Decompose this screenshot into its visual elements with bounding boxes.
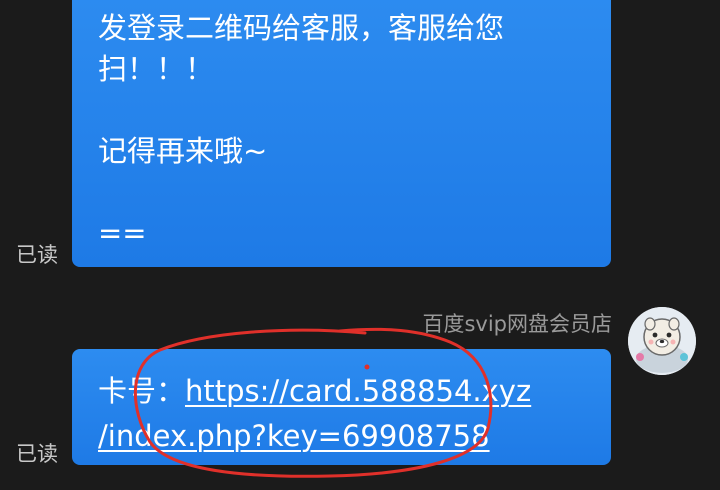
card-prefix: 卡号： (98, 374, 186, 408)
chat-screen: 发登录二维码给客服，客服给您 扫！！！ 记得再来哦~ == 已读 百度svip网… (0, 0, 720, 490)
read-status: 已读 (16, 442, 58, 466)
message-line: 记得再来哦~ (98, 134, 268, 168)
message-line: == (98, 216, 147, 250)
message-line: 扫！！！ (98, 52, 215, 86)
message-bubble-card[interactable]: 卡号：https://card.588854.xyz /index.php?ke… (72, 349, 611, 465)
card-link-part-2[interactable]: /index.php?key=69908758 (98, 419, 490, 453)
message-bubble-instructions[interactable]: 发登录二维码给客服，客服给您 扫！！！ 记得再来哦~ == (72, 0, 611, 267)
read-status: 已读 (16, 243, 58, 267)
card-link-part-1[interactable]: https://card.588854.xyz (185, 374, 531, 408)
sender-name: 百度svip网盘会员店 (422, 312, 612, 336)
card-line-2: /index.php?key=69908758 (98, 414, 585, 459)
card-line-1: 卡号：https://card.588854.xyz (98, 369, 585, 414)
seal-avatar-icon[interactable] (628, 307, 696, 375)
message-line: 发登录二维码给客服，客服给您 (98, 11, 505, 45)
avatar-illustration (628, 307, 696, 375)
